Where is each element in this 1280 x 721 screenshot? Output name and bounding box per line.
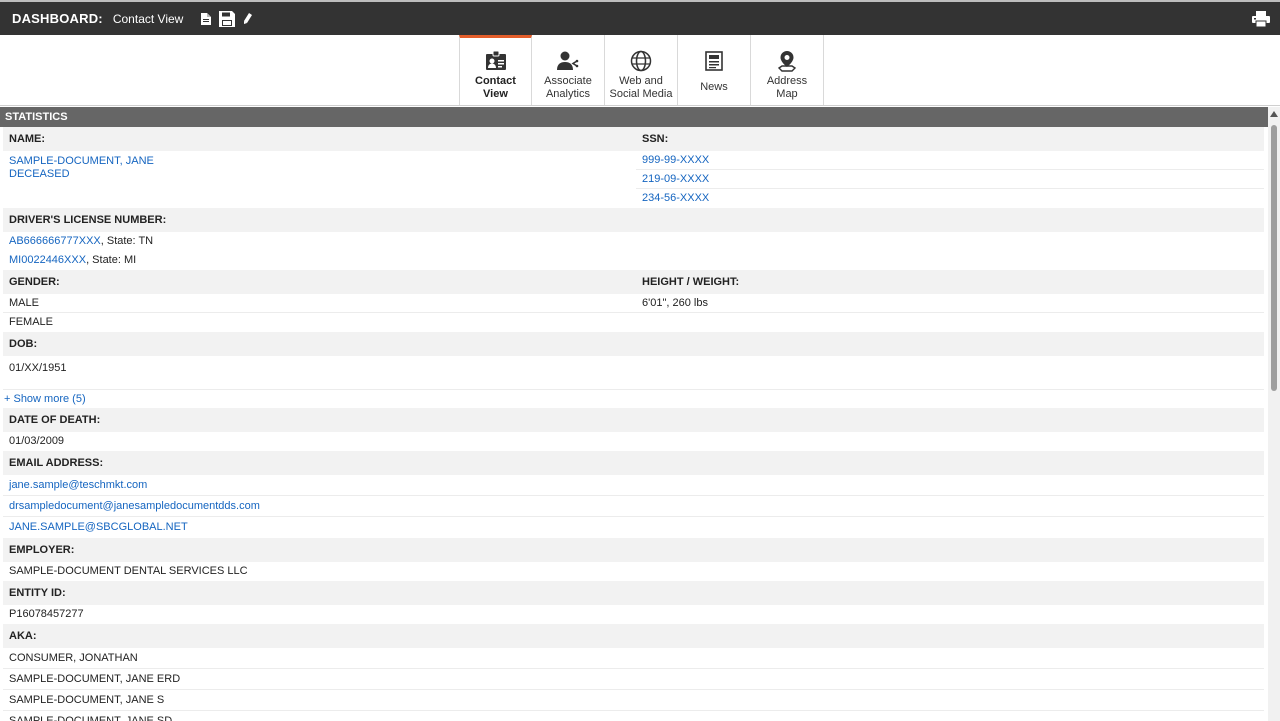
label-row: DOB: bbox=[3, 332, 1264, 356]
label-row: DRIVER'S LICENSE NUMBER: bbox=[3, 208, 1264, 232]
name-label: NAME: bbox=[9, 133, 46, 145]
license-state: , State: TN bbox=[100, 235, 154, 247]
gender-item: MALE bbox=[3, 294, 636, 313]
dob-value: 01/XX/1951 bbox=[3, 356, 1264, 390]
ssn-label: SSN: bbox=[642, 133, 669, 145]
tabs-divider bbox=[0, 105, 1280, 106]
aka-item: SAMPLE-DOCUMENT, JANE SD bbox=[9, 715, 173, 721]
tab-label: Contact View bbox=[475, 75, 516, 100]
aka-item: CONSUMER, JONATHAN bbox=[3, 648, 1264, 669]
deceased-status-link[interactable]: DECEASED bbox=[9, 168, 70, 180]
value-row: MALE FEMALE 6'01", 260 lbs bbox=[3, 294, 1264, 332]
date-of-death-label: DATE OF DEATH: bbox=[9, 414, 101, 426]
aka-label: AKA: bbox=[9, 630, 37, 642]
email-label: EMAIL ADDRESS: bbox=[9, 457, 104, 469]
header-actions bbox=[201, 10, 253, 27]
tab-label: Web and Social Media bbox=[609, 75, 673, 100]
license-item: MI0022446XXX, State: MI bbox=[3, 251, 1264, 270]
tab-web-social-media[interactable]: Web and Social Media bbox=[605, 35, 678, 106]
dob-label: DOB: bbox=[9, 338, 38, 350]
dashboard-title: DASHBOARD: bbox=[12, 11, 103, 26]
gender-label: GENDER: bbox=[9, 276, 60, 288]
tab-label: Associate Analytics bbox=[544, 75, 592, 100]
email-link[interactable]: JANE.SAMPLE@SBCGLOBAL.NET bbox=[9, 521, 188, 533]
tab-address-map[interactable]: Address Map bbox=[751, 35, 824, 106]
scroll-up-arrow-icon[interactable] bbox=[1270, 111, 1278, 117]
aka-item: SAMPLE-DOCUMENT, JANE S bbox=[3, 690, 1264, 711]
date-of-death-value: 01/03/2009 bbox=[9, 435, 65, 447]
height-weight-label: HEIGHT / WEIGHT: bbox=[642, 276, 740, 288]
tab-associate-analytics[interactable]: Associate Analytics bbox=[532, 35, 605, 106]
globe-icon bbox=[630, 49, 652, 73]
label-row: AKA: bbox=[3, 624, 1264, 648]
statistics-header: STATISTICS bbox=[0, 107, 1268, 127]
ssn-link[interactable]: 234-56-XXXX bbox=[642, 192, 709, 204]
view-subtitle: Contact View bbox=[112, 11, 184, 26]
document-icon[interactable] bbox=[201, 12, 212, 25]
contact-card-icon bbox=[485, 49, 507, 73]
label-row: EMAIL ADDRESS: bbox=[3, 451, 1264, 475]
email-item: jane.sample@teschmkt.com bbox=[3, 475, 1264, 496]
license-link[interactable]: MI0022446XXX bbox=[9, 254, 86, 266]
label-row: ENTITY ID: bbox=[3, 581, 1264, 605]
email-item: drsampledocument@janesampledocumentdds.c… bbox=[3, 496, 1264, 517]
map-pin-icon bbox=[777, 49, 797, 73]
name-value-cell: SAMPLE-DOCUMENT, JANE DECEASED bbox=[3, 151, 636, 208]
print-icon[interactable] bbox=[1252, 11, 1270, 30]
entity-id-value: P16078457277 bbox=[9, 608, 84, 620]
license-item: AB666666777XXX, State: TN bbox=[3, 232, 1264, 251]
aka-item: SAMPLE-DOCUMENT, JANE ERD bbox=[3, 669, 1264, 690]
ssn-item: 999-99-XXXX bbox=[636, 151, 1264, 170]
employer-label: EMPLOYER: bbox=[9, 544, 75, 556]
top-bar: DASHBOARD: Contact View bbox=[0, 0, 1280, 35]
license-link[interactable]: AB666666777XXX bbox=[9, 235, 101, 247]
ssn-link[interactable]: 219-09-XXXX bbox=[642, 173, 709, 185]
gender-values: MALE FEMALE bbox=[3, 294, 636, 332]
employer-value: SAMPLE-DOCUMENT DENTAL SERVICES LLC bbox=[9, 565, 248, 577]
ssn-link[interactable]: 999-99-XXXX bbox=[642, 154, 709, 166]
ssn-item: 219-09-XXXX bbox=[636, 170, 1264, 189]
tab-contact-view[interactable]: Contact View bbox=[459, 35, 532, 106]
tab-news[interactable]: News bbox=[678, 35, 751, 106]
height-weight-value: 6'01", 260 lbs bbox=[636, 294, 1264, 313]
edit-pencil-icon[interactable] bbox=[243, 12, 253, 25]
value-row: SAMPLE-DOCUMENT, JANE DECEASED 999-99-XX… bbox=[3, 151, 1264, 208]
label-row: GENDER: HEIGHT / WEIGHT: bbox=[3, 270, 1264, 294]
associate-user-icon bbox=[557, 49, 579, 73]
license-label: DRIVER'S LICENSE NUMBER: bbox=[9, 214, 167, 226]
ssn-values: 999-99-XXXX 219-09-XXXX 234-56-XXXX bbox=[636, 151, 1264, 208]
email-item: JANE.SAMPLE@SBCGLOBAL.NET bbox=[3, 517, 1264, 538]
view-tabs: Contact View Associate Analytics Web and… bbox=[459, 35, 824, 106]
scrollbar-thumb[interactable] bbox=[1271, 125, 1277, 391]
label-row: DATE OF DEATH: bbox=[3, 408, 1264, 432]
license-state: , State: MI bbox=[86, 254, 137, 266]
show-more-link[interactable]: + Show more (5) bbox=[3, 390, 1264, 408]
email-link[interactable]: drsampledocument@janesampledocumentdds.c… bbox=[9, 500, 260, 512]
ssn-item: 234-56-XXXX bbox=[636, 189, 1264, 208]
email-link[interactable]: jane.sample@teschmkt.com bbox=[9, 479, 147, 491]
vertical-scrollbar[interactable] bbox=[1268, 107, 1280, 721]
newspaper-icon bbox=[704, 49, 724, 73]
label-row: EMPLOYER: bbox=[3, 538, 1264, 562]
entity-id-label: ENTITY ID: bbox=[9, 587, 66, 599]
name-link[interactable]: SAMPLE-DOCUMENT, JANE bbox=[9, 155, 154, 167]
label-row: NAME: SSN: bbox=[3, 127, 1264, 151]
tab-label: News bbox=[700, 81, 728, 93]
tab-label: Address Map bbox=[766, 75, 808, 100]
gender-item: FEMALE bbox=[9, 316, 54, 328]
statistics-panel: NAME: SSN: SAMPLE-DOCUMENT, JANE DECEASE… bbox=[3, 127, 1264, 721]
save-icon[interactable] bbox=[219, 10, 236, 27]
height-weight-values: 6'01", 260 lbs bbox=[636, 294, 1264, 332]
